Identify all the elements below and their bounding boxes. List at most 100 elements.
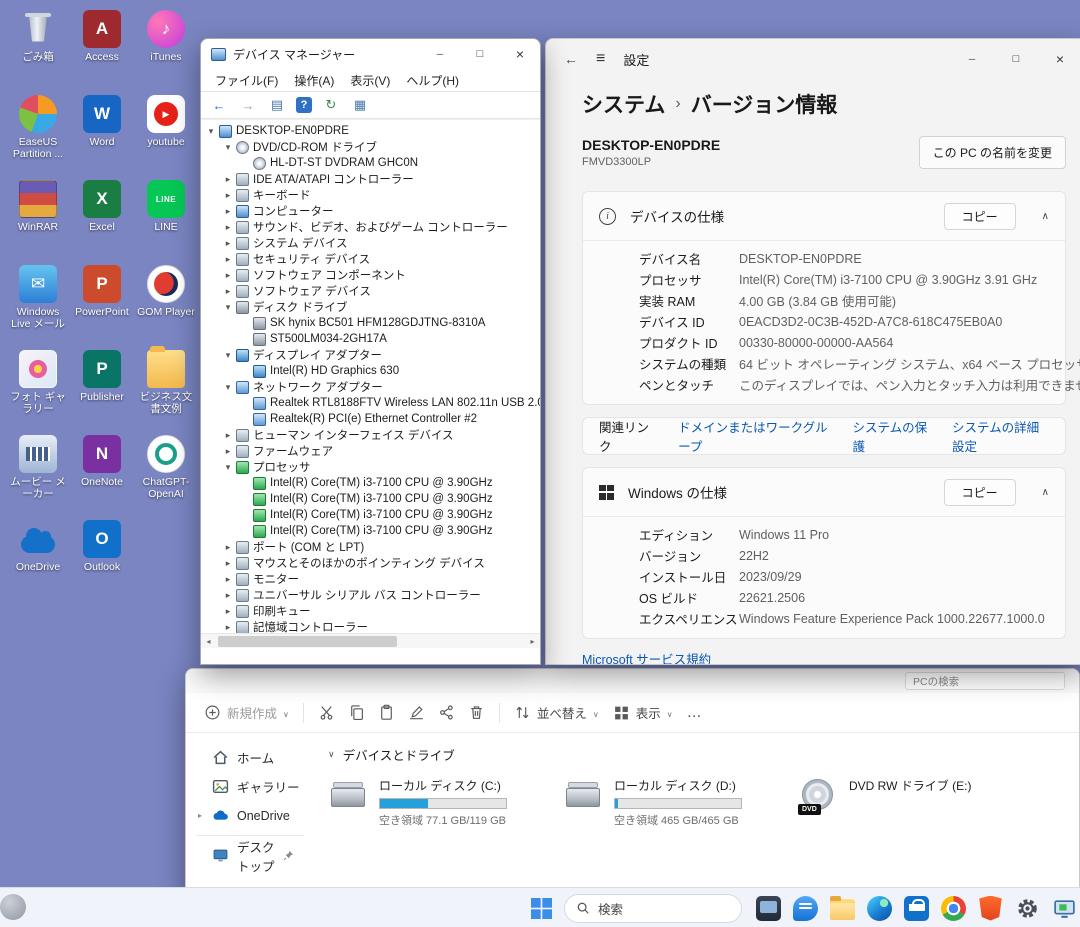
- tree-item[interactable]: ▸印刷キュー: [201, 603, 540, 619]
- drive-tile[interactable]: ローカル ディスク (D:)空き領域 465 GB/465 GB: [563, 777, 776, 828]
- desktop-icon-gom[interactable]: GOM Player: [134, 261, 198, 346]
- tree-item[interactable]: Realtek(R) PCI(e) Ethernet Controller #2: [201, 411, 540, 427]
- desktop-icon-access[interactable]: AAccess: [70, 6, 134, 91]
- tree-toggle-icon[interactable]: ▾: [205, 126, 217, 137]
- rename-pc-button[interactable]: この PC の名前を変更: [919, 136, 1066, 169]
- tree-item[interactable]: Intel(R) Core(TM) i3-7100 CPU @ 3.90GHz: [201, 491, 540, 507]
- tree-item[interactable]: ▸マウスとそのほかのポインティング デバイス: [201, 555, 540, 571]
- store-icon[interactable]: [904, 896, 929, 921]
- delete-icon[interactable]: [468, 704, 485, 721]
- desktop-icon-excel[interactable]: XExcel: [70, 176, 134, 261]
- taskbar-search[interactable]: 検索: [564, 894, 742, 923]
- scroll-right-icon[interactable]: ▸: [525, 637, 540, 646]
- device-spec-header[interactable]: i デバイスの仕様 コピー ∧: [583, 192, 1065, 240]
- tree-toggle-icon[interactable]: ▾: [222, 382, 234, 393]
- copy-icon[interactable]: [348, 704, 365, 721]
- tree-toggle-icon[interactable]: ▸: [222, 446, 234, 457]
- tree-toggle-icon[interactable]: ▸: [222, 190, 234, 201]
- related-link[interactable]: ドメインまたはワークグループ: [678, 417, 828, 455]
- tree-toggle-icon[interactable]: ▸: [222, 174, 234, 185]
- tree-item[interactable]: HL-DT-ST DVDRAM GHC0N: [201, 155, 540, 171]
- rename-icon[interactable]: [408, 704, 425, 721]
- tree-item[interactable]: ▸セキュリティ デバイス: [201, 251, 540, 267]
- drive-tile[interactable]: DVDDVD RW ドライブ (E:): [798, 777, 1011, 828]
- tree-toggle-icon[interactable]: ▸: [222, 430, 234, 441]
- tree-toggle-icon[interactable]: ▸: [222, 270, 234, 281]
- tree-toggle-icon[interactable]: ▸: [222, 622, 234, 633]
- close-button[interactable]: [500, 39, 540, 69]
- back-icon[interactable]: ←: [564, 51, 578, 67]
- sidebar-item-onedrive[interactable]: ▸OneDrive: [186, 801, 314, 830]
- desktop-icon-outlook[interactable]: OOutlook: [70, 516, 134, 601]
- desktop-icon-photo-gallery[interactable]: フォト ギャラリー: [6, 346, 70, 431]
- footer-link[interactable]: Microsoft サービス規約: [582, 649, 1048, 665]
- desktop-icon-powerpoint[interactable]: PPowerPoint: [70, 261, 134, 346]
- desktop-icon-easeus[interactable]: EaseUS Partition ...: [6, 91, 70, 176]
- scrollbar-track[interactable]: [216, 634, 525, 648]
- tree-item[interactable]: ▸ソフトウェア コンポーネント: [201, 267, 540, 283]
- tree-toggle-icon[interactable]: ▸: [222, 222, 234, 233]
- tree-item[interactable]: Intel(R) Core(TM) i3-7100 CPU @ 3.90GHz: [201, 475, 540, 491]
- tree-item[interactable]: ▾ネットワーク アダプター: [201, 379, 540, 395]
- tree-item[interactable]: ▸ファームウェア: [201, 443, 540, 459]
- tree-item[interactable]: ▾DESKTOP-EN0PDRE: [201, 123, 540, 139]
- hamburger-menu-icon[interactable]: ≡: [596, 50, 605, 68]
- desktop-icon-onedrive[interactable]: OneDrive: [6, 516, 70, 601]
- sidebar-item-gallery[interactable]: ギャラリー: [186, 772, 314, 801]
- settings-icon[interactable]: [1015, 896, 1040, 921]
- edge-icon[interactable]: [867, 896, 892, 921]
- tree-item[interactable]: ▾ディスプレイ アダプター: [201, 347, 540, 363]
- tree-item[interactable]: ▸ソフトウェア デバイス: [201, 283, 540, 299]
- horizontal-scrollbar[interactable]: ◂ ▸: [201, 633, 540, 648]
- chat-icon[interactable]: [793, 896, 818, 921]
- desktop-icon-winrar[interactable]: WinRAR: [6, 176, 70, 261]
- tree-item[interactable]: ▸キーボード: [201, 187, 540, 203]
- tree-toggle-icon[interactable]: ▸: [222, 590, 234, 601]
- desktop-icon-publisher[interactable]: PPublisher: [70, 346, 134, 431]
- tree-item[interactable]: Intel(R) HD Graphics 630: [201, 363, 540, 379]
- related-link[interactable]: システムの保護: [853, 417, 928, 455]
- tree-toggle-icon[interactable]: ▸: [222, 558, 234, 569]
- cut-icon[interactable]: [318, 704, 335, 721]
- menu-item-1[interactable]: 操作(A): [286, 70, 342, 91]
- desktop-icon-chatgpt[interactable]: ChatGPT-OpenAI: [134, 431, 198, 516]
- desktop-icon[interactable]: [756, 896, 781, 921]
- explorer-icon[interactable]: [830, 899, 855, 920]
- tree-item[interactable]: ▸システム デバイス: [201, 235, 540, 251]
- tree-item[interactable]: ▸ヒューマン インターフェイス デバイス: [201, 427, 540, 443]
- sidebar-item-desktop[interactable]: デスクトップ: [186, 841, 314, 870]
- scrollbar-thumb[interactable]: [218, 636, 397, 647]
- copy-button[interactable]: コピー: [944, 203, 1016, 230]
- new-button[interactable]: 新規作成: [204, 703, 289, 722]
- tree-item[interactable]: ▸コンピューター: [201, 203, 540, 219]
- scroll-left-icon[interactable]: ◂: [201, 637, 216, 646]
- tree-item[interactable]: ▾プロセッサ: [201, 459, 540, 475]
- tree-item[interactable]: Intel(R) Core(TM) i3-7100 CPU @ 3.90GHz: [201, 507, 540, 523]
- related-link[interactable]: システムの詳細設定: [952, 417, 1049, 455]
- chevron-right-icon[interactable]: ▸: [196, 811, 204, 820]
- tree-toggle-icon[interactable]: ▾: [222, 462, 234, 473]
- desktop-icon-recycle-bin[interactable]: ごみ箱: [6, 6, 70, 91]
- tree-item[interactable]: SK hynix BC501 HFM128GDJTNG-8310A: [201, 315, 540, 331]
- list-view-icon[interactable]: ▤: [267, 95, 287, 115]
- minimize-button[interactable]: [950, 39, 994, 79]
- desktop-icon-line[interactable]: LINELINE: [134, 176, 198, 261]
- close-button[interactable]: [1038, 39, 1080, 79]
- help-icon[interactable]: ?: [296, 97, 312, 113]
- tree-item[interactable]: ST500LM034-2GH17A: [201, 331, 540, 347]
- windows-spec-header[interactable]: Windows の仕様 コピー ∧: [583, 468, 1065, 516]
- desktop-icon-biz-folder[interactable]: ビジネス文書文例: [134, 346, 198, 431]
- menu-item-2[interactable]: 表示(V): [342, 70, 398, 91]
- tree-toggle-icon[interactable]: ▸: [222, 606, 234, 617]
- maximize-button[interactable]: [460, 39, 500, 69]
- more-options-button[interactable]: …: [687, 704, 703, 721]
- share-icon[interactable]: [438, 704, 455, 721]
- menu-item-0[interactable]: ファイル(F): [207, 70, 286, 91]
- chevron-up-icon[interactable]: ∧: [1042, 487, 1049, 498]
- tree-toggle-icon[interactable]: ▾: [222, 302, 234, 313]
- tree-toggle-icon[interactable]: ▸: [222, 542, 234, 553]
- device-properties-icon[interactable]: ▦: [350, 95, 370, 115]
- tree-item[interactable]: ▸IDE ATA/ATAPI コントローラー: [201, 171, 540, 187]
- drive-tile[interactable]: ローカル ディスク (C:)空き領域 77.1 GB/119 GB: [328, 777, 541, 828]
- menu-item-3[interactable]: ヘルプ(H): [398, 70, 467, 91]
